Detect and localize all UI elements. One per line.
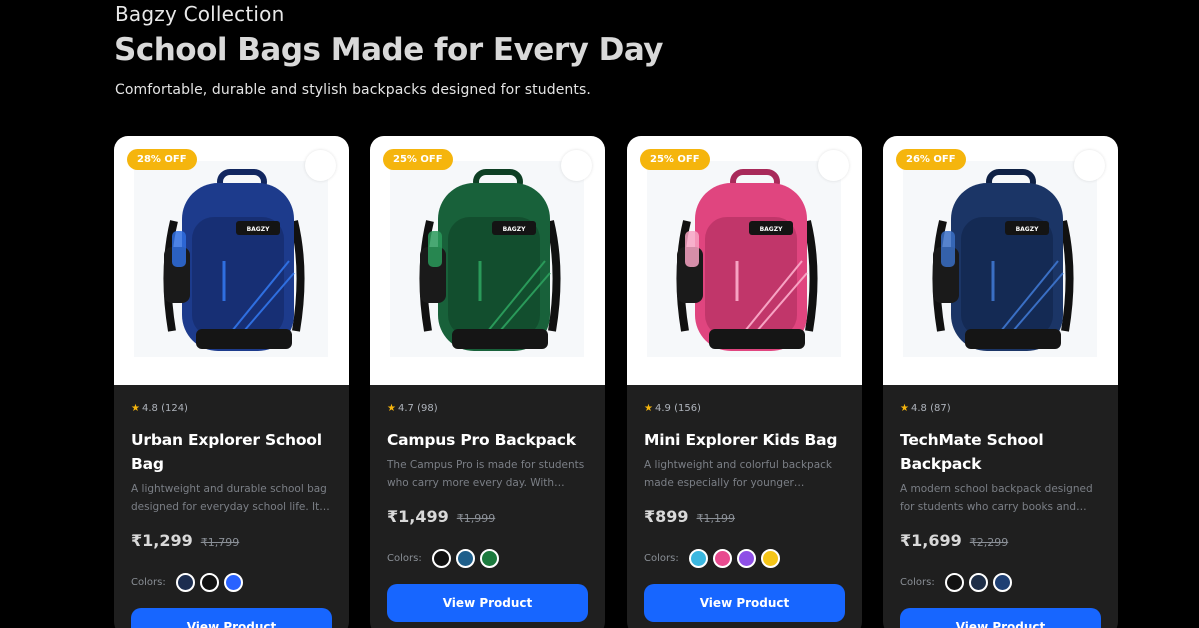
price-row: ₹1,699 ₹2,299 bbox=[900, 531, 1102, 555]
color-options: Colors: bbox=[900, 571, 1102, 593]
product-price: ₹1,699 bbox=[900, 531, 962, 550]
product-image-area[interactable]: BAGZY 25% OFF bbox=[627, 136, 862, 385]
product-title[interactable]: Mini Explorer Kids Bag bbox=[644, 428, 846, 452]
rating-value: 4.7 bbox=[397, 403, 414, 414]
backpack-image: BAGZY bbox=[419, 169, 561, 351]
product-description: A modern school backpack designed for st… bbox=[900, 483, 1093, 513]
star-icon: ★ bbox=[644, 403, 653, 414]
color-options: Colors: bbox=[644, 547, 846, 569]
product-price: ₹899 bbox=[644, 507, 689, 526]
svg-text:BAGZY: BAGZY bbox=[760, 226, 783, 233]
product-info: ★ 4.7 (98) Campus Pro Backpack The Campus P… bbox=[387, 402, 589, 622]
page-subtitle: Comfortable, durable and stylish backpac… bbox=[115, 82, 591, 98]
color-options: Colors: bbox=[387, 547, 589, 569]
product-price: ₹1,499 bbox=[387, 507, 449, 526]
product-title[interactable]: Campus Pro Backpack bbox=[387, 428, 589, 452]
product-description: A lightweight and durable school bag des… bbox=[131, 483, 330, 513]
wishlist-button[interactable] bbox=[1074, 150, 1105, 181]
product-image: BAGZY bbox=[134, 161, 328, 357]
star-icon: ★ bbox=[387, 403, 396, 414]
view-product-button[interactable]: View Product bbox=[900, 608, 1101, 628]
colors-label: Colors: bbox=[900, 576, 935, 588]
product-image-area[interactable]: BAGZY 26% OFF bbox=[883, 136, 1118, 385]
original-price: ₹1,799 bbox=[200, 536, 240, 549]
view-product-button[interactable]: View Product bbox=[644, 584, 845, 622]
page-title: School Bags Made for Every Day bbox=[114, 32, 664, 68]
colors-label: Colors: bbox=[131, 576, 166, 588]
product-info: ★ 4.8 (124) Urban Explorer School Bag A lig… bbox=[131, 402, 333, 628]
color-swatch[interactable] bbox=[944, 572, 964, 592]
price-row: ₹1,499 ₹1,999 bbox=[387, 507, 589, 531]
color-swatch[interactable] bbox=[760, 548, 780, 568]
product-image: BAGZY bbox=[390, 161, 584, 357]
product-rating: ★ 4.7 (98) bbox=[387, 402, 589, 416]
rating-value: 4.8 bbox=[910, 403, 927, 414]
product-rating: ★ 4.9 (156) bbox=[644, 402, 846, 416]
color-options: Colors: bbox=[131, 571, 333, 593]
svg-text:BAGZY: BAGZY bbox=[1016, 226, 1039, 233]
product-title[interactable]: TechMate School Backpack bbox=[900, 428, 1102, 476]
product-image-area[interactable]: BAGZY 28% OFF bbox=[114, 136, 349, 385]
original-price: ₹2,299 bbox=[969, 536, 1009, 549]
product-price: ₹1,299 bbox=[131, 531, 193, 550]
color-swatch[interactable] bbox=[992, 572, 1012, 592]
star-icon: ★ bbox=[900, 403, 909, 414]
original-price: ₹1,999 bbox=[456, 512, 496, 525]
color-swatch[interactable] bbox=[712, 548, 732, 568]
review-count: (156) bbox=[674, 403, 701, 414]
product-description: The Campus Pro is made for students who … bbox=[387, 459, 585, 489]
product-rating: ★ 4.8 (87) bbox=[900, 402, 1102, 416]
review-count: (98) bbox=[417, 403, 438, 414]
wishlist-button[interactable] bbox=[818, 150, 849, 181]
color-swatch[interactable] bbox=[223, 572, 243, 592]
review-count: (124) bbox=[161, 403, 188, 414]
brand-title: Bagzy Collection bbox=[115, 2, 285, 26]
color-swatch[interactable] bbox=[736, 548, 756, 568]
view-product-button[interactable]: View Product bbox=[131, 608, 332, 628]
wishlist-button[interactable] bbox=[561, 150, 592, 181]
wishlist-button[interactable] bbox=[305, 150, 336, 181]
backpack-image: BAGZY bbox=[163, 169, 305, 351]
product-rating: ★ 4.8 (124) bbox=[131, 402, 333, 416]
original-price: ₹1,199 bbox=[696, 512, 736, 525]
discount-badge: 25% OFF bbox=[640, 149, 710, 170]
color-swatch[interactable] bbox=[175, 572, 195, 592]
product-title[interactable]: Urban Explorer School Bag bbox=[131, 428, 333, 476]
color-swatch[interactable] bbox=[455, 548, 475, 568]
product-image-area[interactable]: BAGZY 25% OFF bbox=[370, 136, 605, 385]
product-card[interactable]: BAGZY 25% OFF ★ 4.7 (98) Campus Pro Backpack… bbox=[370, 136, 605, 628]
discount-badge: 25% OFF bbox=[383, 149, 453, 170]
product-info: ★ 4.8 (87) TechMate School Backpack A moder… bbox=[900, 402, 1102, 628]
product-card[interactable]: BAGZY 25% OFF ★ 4.9 (156) Mini Explorer Kids… bbox=[627, 136, 862, 628]
color-swatch[interactable] bbox=[199, 572, 219, 592]
star-icon: ★ bbox=[131, 403, 140, 414]
view-product-button[interactable]: View Product bbox=[387, 584, 588, 622]
color-swatch[interactable] bbox=[688, 548, 708, 568]
svg-text:BAGZY: BAGZY bbox=[503, 226, 526, 233]
color-swatch[interactable] bbox=[968, 572, 988, 592]
product-info: ★ 4.9 (156) Mini Explorer Kids Bag A lightw… bbox=[644, 402, 846, 622]
product-image: BAGZY bbox=[647, 161, 841, 357]
color-swatch[interactable] bbox=[431, 548, 451, 568]
colors-label: Colors: bbox=[644, 552, 679, 564]
rating-value: 4.8 bbox=[141, 403, 158, 414]
backpack-image: BAGZY bbox=[676, 169, 818, 351]
discount-badge: 28% OFF bbox=[127, 149, 197, 170]
color-swatch[interactable] bbox=[479, 548, 499, 568]
price-row: ₹1,299 ₹1,799 bbox=[131, 531, 333, 555]
price-row: ₹899 ₹1,199 bbox=[644, 507, 846, 531]
product-description: A lightweight and colorful backpack made… bbox=[644, 459, 832, 489]
rating-value: 4.9 bbox=[654, 403, 671, 414]
product-image: BAGZY bbox=[903, 161, 1097, 357]
colors-label: Colors: bbox=[387, 552, 422, 564]
discount-badge: 26% OFF bbox=[896, 149, 966, 170]
product-card[interactable]: BAGZY 26% OFF ★ 4.8 (87) TechMate School Bac… bbox=[883, 136, 1118, 628]
review-count: (87) bbox=[930, 403, 951, 414]
backpack-image: BAGZY bbox=[932, 169, 1074, 351]
product-card[interactable]: BAGZY 28% OFF ★ 4.8 (124) Urban Explorer Sch… bbox=[114, 136, 349, 628]
svg-text:BAGZY: BAGZY bbox=[247, 226, 270, 233]
